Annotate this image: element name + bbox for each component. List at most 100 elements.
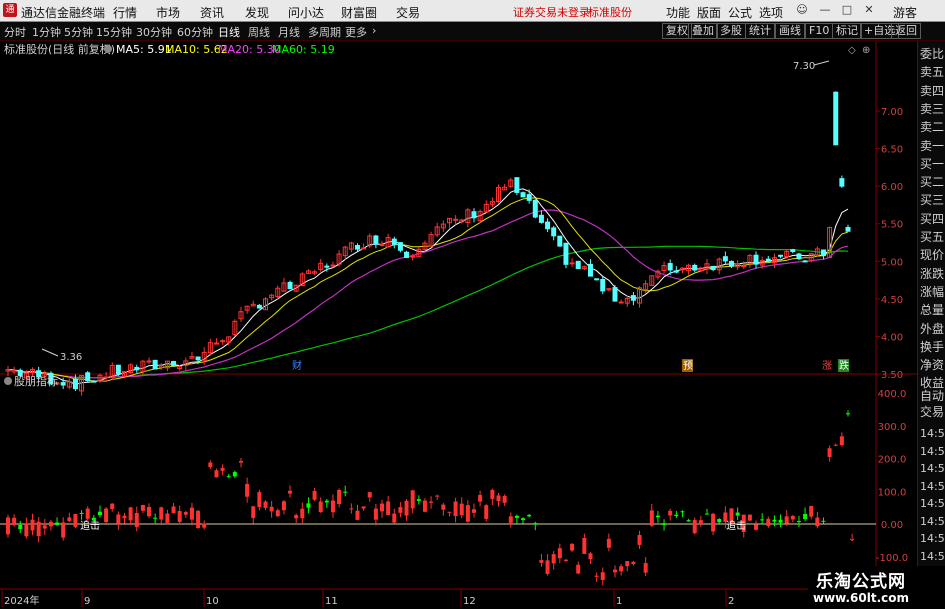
ind-bar xyxy=(42,525,47,529)
ind-y-tick: 100.0 xyxy=(878,487,907,498)
side-label-2: 卖四 xyxy=(920,83,945,98)
ind-bar xyxy=(521,518,526,521)
candle-body xyxy=(820,249,826,257)
login-warning[interactable]: 证券交易未登录 xyxy=(513,4,590,20)
menu-shichang[interactable]: 市场 xyxy=(156,4,180,21)
main-y-tick: 3.50 xyxy=(881,370,903,381)
ind-bar xyxy=(355,510,360,520)
auto-trade-label-1[interactable]: 自动 xyxy=(920,387,944,404)
side-time-5: 14:56 xyxy=(920,514,945,528)
side-label-12: 涨跌 xyxy=(920,266,945,281)
candle-body xyxy=(765,258,771,262)
diamond-icon[interactable]: ◇ xyxy=(848,45,856,56)
minimize-icon[interactable]: — xyxy=(818,3,832,17)
menu-wenxiaoda[interactable]: 问小达 xyxy=(288,4,324,21)
ma20-line xyxy=(7,209,849,379)
candle-body xyxy=(60,382,66,386)
app-logo-icon: 通 xyxy=(3,3,17,17)
close-icon[interactable]: ✕ xyxy=(862,3,876,17)
period-30min[interactable]: 30分钟 xyxy=(136,24,172,40)
candle-body xyxy=(520,192,526,198)
period-more[interactable]: 更多 xyxy=(345,24,367,40)
marker-zhang[interactable]: 涨 xyxy=(822,360,832,372)
menu-gongshi[interactable]: 公式 xyxy=(728,4,752,21)
guest-label[interactable]: 游客 xyxy=(893,4,917,21)
ind-bar xyxy=(306,503,311,508)
ind-bar xyxy=(165,513,170,523)
x-tick-label: 11 xyxy=(325,596,338,607)
tool-back[interactable]: 返回 xyxy=(891,23,921,39)
indicator-dropdown-icon[interactable] xyxy=(4,377,12,385)
side-label-16: 换手 xyxy=(920,339,945,354)
stock-link[interactable]: 标准股份 xyxy=(588,4,632,20)
candle-body xyxy=(630,295,636,301)
ind-bar xyxy=(760,519,765,521)
menu-xuanxiang[interactable]: 选项 xyxy=(759,4,783,21)
maximize-icon[interactable]: □ xyxy=(840,3,854,17)
ind-bar xyxy=(104,508,109,523)
tool-huaxian[interactable]: 画线 xyxy=(775,23,805,39)
low-price-label: 3.36 xyxy=(60,352,82,363)
ind-bar xyxy=(361,506,366,509)
menu-faxian[interactable]: 发现 xyxy=(245,4,269,21)
candle-body xyxy=(532,199,538,218)
ind-bar xyxy=(97,511,102,516)
side-time-3: 14:56 xyxy=(920,479,945,493)
period-daily[interactable]: 日线 xyxy=(218,24,240,40)
period-multi[interactable]: 多周期 xyxy=(308,24,341,40)
indicator-bars xyxy=(6,410,850,586)
candle-body xyxy=(391,238,397,245)
marker-yu[interactable]: 预 xyxy=(683,360,693,372)
side-time-6: 14:56 xyxy=(920,532,945,545)
ma5-line xyxy=(7,188,849,386)
menu-zixun[interactable]: 资讯 xyxy=(200,4,224,21)
menu-hangqing[interactable]: 行情 xyxy=(113,4,137,21)
period-5min[interactable]: 5分钟 xyxy=(64,24,93,40)
tool-biaoji[interactable]: 标记 xyxy=(832,23,862,39)
user-icon[interactable]: ☺ xyxy=(795,3,809,17)
menu-jiaoyi[interactable]: 交易 xyxy=(396,4,420,21)
period-weekly[interactable]: 周线 xyxy=(248,24,270,40)
ind-bar xyxy=(422,500,427,512)
marker-die[interactable]: 跌 xyxy=(839,359,849,372)
caption-dropdown-icon[interactable] xyxy=(104,45,112,53)
tool-tongji[interactable]: 统计 xyxy=(745,23,775,39)
candle-body xyxy=(152,359,158,370)
main-y-axis: 7.00 6.50 6.00 5.50 5.00 4.50 4.00 3.50 xyxy=(876,107,903,381)
ind-bar xyxy=(73,513,78,527)
candle-body xyxy=(796,253,802,260)
tool-duogu[interactable]: 多股 xyxy=(716,23,746,39)
ind-bar xyxy=(208,462,213,468)
side-time-7: 14:56 xyxy=(920,549,945,563)
candle-body xyxy=(710,265,716,271)
period-15min[interactable]: 15分钟 xyxy=(96,24,132,40)
ind-bar xyxy=(459,503,464,516)
tool-diejia[interactable]: 叠加 xyxy=(688,23,718,39)
period-monthly[interactable]: 月线 xyxy=(278,24,300,40)
quote-sidepanel: 委比 卖五 卖四 卖三 卖二 卖一 买一 买二 买三 买四 买五 现价 涨跌 涨幅 总量 外盘 换手 净资 收益 自… xyxy=(917,41,945,609)
period-1min[interactable]: 1分钟 xyxy=(32,24,61,40)
period-fenshi[interactable]: 分时 xyxy=(4,24,26,40)
ind-bar xyxy=(527,514,532,517)
high-pointer xyxy=(813,60,830,66)
menu-banmian[interactable]: 版面 xyxy=(697,4,721,21)
expand-icon[interactable]: ⊕ xyxy=(862,45,870,56)
watermark: 乐淘公式网 www.60lt.com xyxy=(808,566,945,609)
ind-bar xyxy=(441,504,446,510)
tool-f10[interactable]: F10 xyxy=(805,23,834,39)
chart-area[interactable]: 标准股份(日线 前复权) MA5: 5.91 MA10: 5.62 MA20: … xyxy=(0,41,917,609)
chevron-right-icon[interactable]: › xyxy=(372,24,376,37)
marker-cai[interactable]: 财 xyxy=(292,359,302,372)
period-60min[interactable]: 60分钟 xyxy=(177,24,213,40)
auto-trade-label-2[interactable]: 交易 xyxy=(920,403,944,420)
ind-bar xyxy=(435,495,440,497)
menu-gongneng[interactable]: 功能 xyxy=(666,4,690,21)
ind-bar xyxy=(796,520,801,522)
side-time-2: 14:56 xyxy=(920,462,945,475)
ind-bar xyxy=(594,575,599,577)
menu-caifuquan[interactable]: 财富圈 xyxy=(341,4,377,21)
ind-bar xyxy=(55,522,60,526)
main-y-tick: 5.50 xyxy=(881,220,903,231)
ind-bar xyxy=(171,506,176,514)
ind-bar xyxy=(324,500,329,503)
